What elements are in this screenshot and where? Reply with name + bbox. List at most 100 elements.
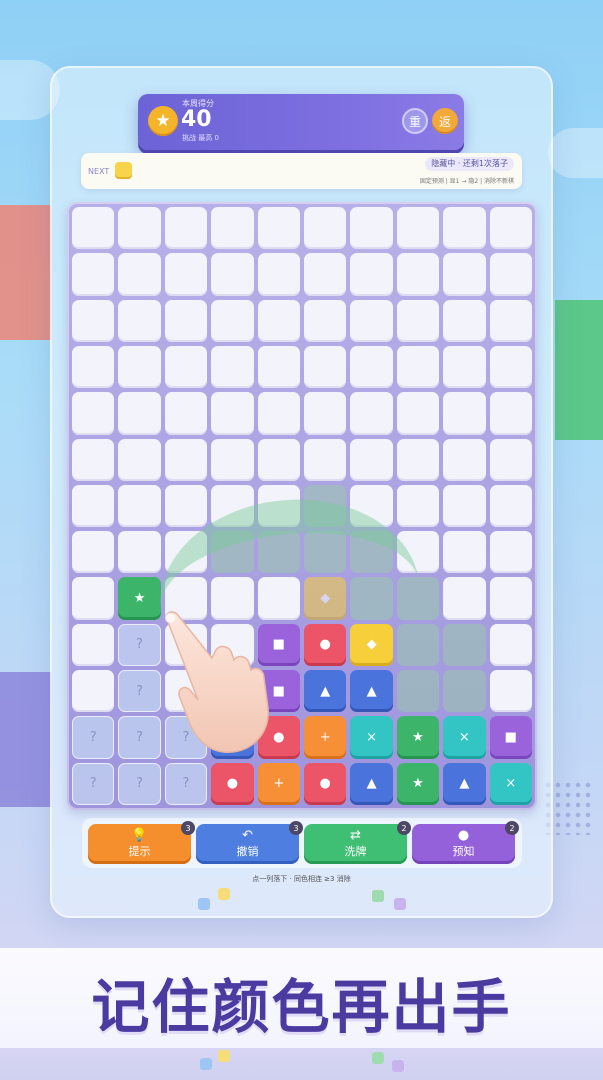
empty-cell[interactable] (164, 577, 208, 620)
empty-cell[interactable] (211, 484, 254, 528)
empty-cell[interactable] (72, 670, 115, 713)
hidden-tile[interactable]: ? (72, 716, 115, 759)
empty-cell[interactable] (396, 392, 440, 435)
empty-cell[interactable] (72, 299, 115, 342)
empty-cell[interactable] (257, 299, 300, 342)
blue-tile[interactable]: ▲ (350, 670, 393, 713)
ghost-cell[interactable] (396, 577, 440, 620)
empty-cell[interactable] (257, 438, 300, 481)
empty-cell[interactable] (257, 253, 300, 296)
empty-cell[interactable] (350, 345, 393, 389)
empty-cell[interactable] (72, 531, 115, 574)
empty-cell[interactable] (211, 345, 254, 389)
empty-cell[interactable] (350, 392, 393, 435)
ghost-cell[interactable] (443, 670, 486, 713)
empty-cell[interactable] (350, 253, 393, 296)
green-tile[interactable]: ★ (396, 716, 440, 759)
empty-cell[interactable] (164, 531, 208, 574)
shuffle-button[interactable]: ⇄ 洗牌 2 (304, 821, 411, 864)
empty-cell[interactable] (164, 345, 208, 389)
cyan-tile[interactable]: × (489, 762, 532, 805)
empty-cell[interactable] (72, 438, 115, 481)
empty-cell[interactable] (396, 207, 440, 250)
red-tile[interactable]: ● (304, 762, 347, 805)
empty-cell[interactable] (489, 531, 532, 574)
empty-cell[interactable] (164, 484, 208, 528)
empty-cell[interactable] (72, 484, 115, 528)
ghost-cell[interactable] (211, 531, 254, 574)
empty-cell[interactable] (164, 299, 208, 342)
ghost-cell[interactable] (350, 577, 393, 620)
empty-cell[interactable] (489, 670, 532, 713)
empty-cell[interactable] (443, 438, 486, 481)
empty-cell[interactable] (211, 253, 254, 296)
empty-cell[interactable] (257, 577, 300, 620)
empty-cell[interactable] (350, 438, 393, 481)
empty-cell[interactable] (211, 623, 254, 667)
empty-cell[interactable] (443, 345, 486, 389)
empty-cell[interactable] (257, 484, 300, 528)
empty-cell[interactable] (350, 207, 393, 250)
empty-cell[interactable] (396, 345, 440, 389)
empty-cell[interactable] (489, 253, 532, 296)
empty-cell[interactable] (396, 299, 440, 342)
empty-cell[interactable] (164, 670, 208, 713)
empty-cell[interactable] (396, 253, 440, 296)
ghost-cell[interactable] (396, 623, 440, 667)
orange-tile[interactable]: + (304, 716, 347, 759)
empty-cell[interactable] (489, 484, 532, 528)
empty-cell[interactable] (443, 531, 486, 574)
empty-cell[interactable] (304, 345, 347, 389)
empty-cell[interactable] (164, 438, 208, 481)
ghost-cell[interactable] (350, 531, 393, 574)
blue-tile[interactable]: ▲ (211, 716, 254, 759)
empty-cell[interactable] (211, 670, 254, 713)
empty-cell[interactable] (489, 438, 532, 481)
empty-cell[interactable] (257, 392, 300, 435)
empty-cell[interactable] (304, 299, 347, 342)
empty-cell[interactable] (211, 438, 254, 481)
empty-cell[interactable] (396, 531, 440, 574)
hidden-tile[interactable]: ? (118, 716, 161, 759)
red-tile[interactable]: ● (211, 762, 254, 805)
green-tile[interactable]: ★ (396, 762, 440, 805)
blue-tile[interactable]: ▲ (443, 762, 486, 805)
yellow-tile[interactable]: ◆ (350, 623, 393, 667)
hidden-tile[interactable]: ? (118, 623, 161, 667)
empty-cell[interactable] (164, 392, 208, 435)
red-tile[interactable]: ● (304, 623, 347, 667)
empty-cell[interactable] (304, 253, 347, 296)
empty-cell[interactable] (489, 345, 532, 389)
empty-cell[interactable] (118, 299, 161, 342)
empty-cell[interactable] (304, 207, 347, 250)
empty-cell[interactable] (72, 253, 115, 296)
empty-cell[interactable] (72, 207, 115, 250)
empty-cell[interactable] (118, 484, 161, 528)
empty-cell[interactable] (304, 392, 347, 435)
empty-cell[interactable] (118, 207, 161, 250)
empty-cell[interactable] (443, 253, 486, 296)
empty-cell[interactable] (72, 345, 115, 389)
empty-cell[interactable] (257, 207, 300, 250)
red-tile[interactable]: ● (257, 716, 300, 759)
hidden-tile[interactable]: ? (164, 716, 208, 759)
ghost-cell[interactable] (396, 670, 440, 713)
hidden-tile[interactable]: ? (118, 670, 161, 713)
empty-cell[interactable] (211, 577, 254, 620)
hidden-tile[interactable]: ? (118, 762, 161, 805)
empty-cell[interactable] (118, 392, 161, 435)
green-tile[interactable]: ★ (118, 577, 161, 620)
empty-cell[interactable] (72, 577, 115, 620)
empty-cell[interactable] (211, 299, 254, 342)
empty-cell[interactable] (489, 207, 532, 250)
orange-tile[interactable]: + (257, 762, 300, 805)
empty-cell[interactable] (443, 577, 486, 620)
ghost-cell[interactable] (443, 623, 486, 667)
cyan-tile[interactable]: × (350, 716, 393, 759)
purple-tile[interactable]: ■ (257, 670, 300, 713)
yellow-tile[interactable]: ◆ (304, 577, 347, 620)
empty-cell[interactable] (350, 299, 393, 342)
restart-button[interactable]: 重 (402, 108, 428, 134)
hidden-tile[interactable]: ? (164, 762, 208, 805)
purple-tile[interactable]: ■ (489, 716, 532, 759)
